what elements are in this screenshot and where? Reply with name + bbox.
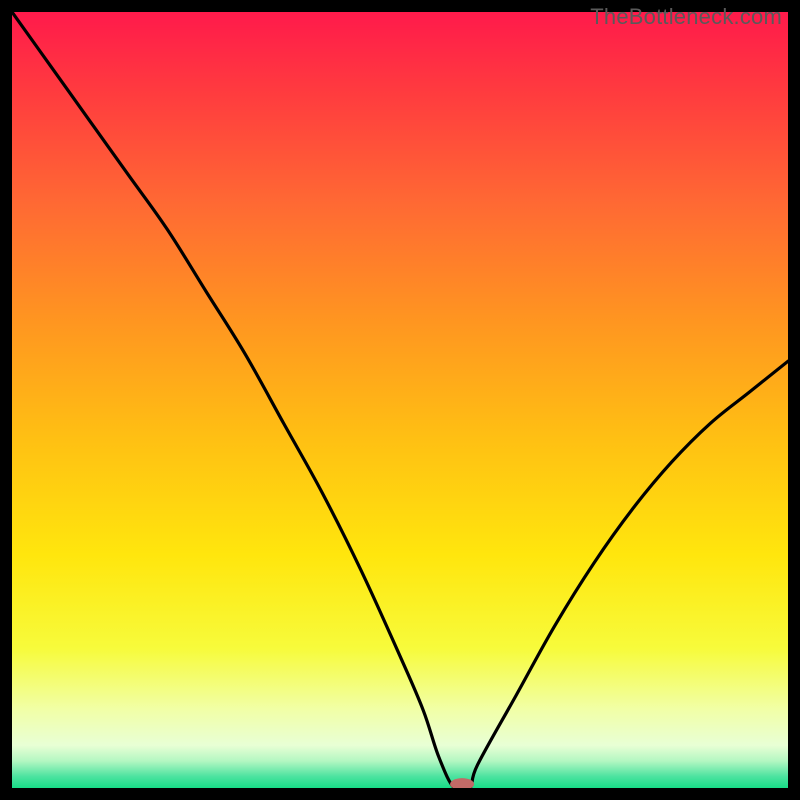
gradient-background bbox=[12, 12, 788, 788]
chart-frame: TheBottleneck.com bbox=[12, 12, 788, 788]
bottleneck-chart bbox=[12, 12, 788, 788]
watermark-label: TheBottleneck.com bbox=[590, 4, 782, 30]
